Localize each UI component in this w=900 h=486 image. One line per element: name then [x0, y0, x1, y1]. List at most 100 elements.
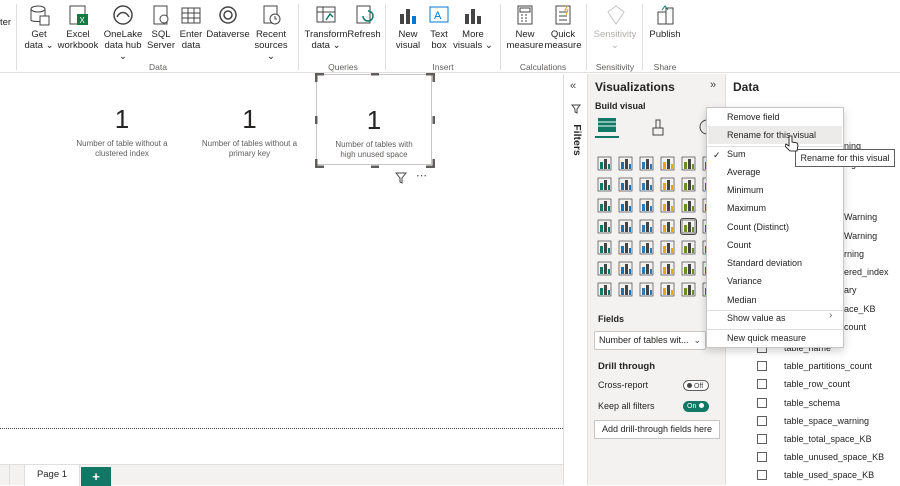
excel-workbook-button[interactable]: X Excel workbook: [56, 4, 100, 51]
stacked-area-icon[interactable]: [639, 177, 654, 192]
menu-item-count-distinct[interactable]: Count (Distinct): [727, 218, 789, 236]
decomposition-tree-icon[interactable]: [618, 261, 633, 276]
r-script-icon[interactable]: [681, 240, 696, 255]
gauge-icon[interactable]: [660, 219, 675, 234]
matrix-icon[interactable]: [660, 240, 675, 255]
quick-measure-button[interactable]: Quick measure: [545, 4, 581, 51]
field-item[interactable]: table_partitions_count: [757, 357, 872, 375]
field-item[interactable]: table_unused_space_KB: [757, 448, 884, 466]
filled-map-icon[interactable]: [618, 219, 633, 234]
field-checkbox[interactable]: [757, 452, 767, 463]
power-automate-icon[interactable]: [618, 282, 633, 297]
filters-pane-collapsed[interactable]: « Filters: [563, 74, 587, 485]
line-column-icon-2[interactable]: [681, 177, 696, 192]
field-checkbox[interactable]: [757, 434, 767, 444]
sql-server-button[interactable]: SQL Server: [146, 4, 176, 51]
stacked-bar-icon[interactable]: [597, 156, 612, 171]
clustered-column-icon[interactable]: [660, 156, 675, 171]
slicer-icon[interactable]: [618, 240, 633, 255]
build-visual-tab[interactable]: [595, 114, 619, 138]
field-item[interactable]: count: [844, 318, 866, 336]
field-item[interactable]: ary: [844, 281, 857, 299]
scatter-icon[interactable]: [639, 198, 654, 213]
stacked-column-icon[interactable]: [639, 156, 654, 171]
dataverse-button[interactable]: Dataverse: [206, 4, 250, 40]
chevron-icon[interactable]: [681, 282, 696, 297]
new-measure-button[interactable]: New measure: [507, 4, 543, 51]
field-item[interactable]: table_schema: [757, 394, 840, 412]
field-item[interactable]: table_total_space_KB: [757, 430, 872, 448]
menu-item-show-value-as[interactable]: Show value as: [727, 309, 786, 327]
format-visual-tab[interactable]: [649, 118, 667, 141]
key-influencers-icon[interactable]: [597, 261, 612, 276]
field-item[interactable]: ered_index: [844, 263, 889, 281]
azure-map-icon[interactable]: [639, 219, 654, 234]
field-item[interactable]: rning: [844, 245, 864, 263]
qa-icon[interactable]: [639, 261, 654, 276]
funnel-icon[interactable]: [618, 198, 633, 213]
field-checkbox[interactable]: [757, 470, 767, 481]
power-apps-icon[interactable]: [597, 282, 612, 297]
field-checkbox[interactable]: [757, 397, 767, 408]
clustered-bar-icon[interactable]: [618, 156, 633, 171]
map-icon[interactable]: [597, 219, 612, 234]
menu-item-maximum[interactable]: Maximum: [727, 199, 766, 217]
cross-report-toggle[interactable]: Off: [683, 380, 709, 391]
menu-item-new-quick-measure[interactable]: New quick measure: [727, 329, 806, 347]
menu-item-minimum[interactable]: Minimum: [727, 181, 764, 199]
menu-item-variance[interactable]: Variance: [727, 272, 762, 290]
table-icon[interactable]: [639, 240, 654, 255]
collapse-icon[interactable]: »: [710, 79, 716, 91]
paginated-icon[interactable]: [681, 261, 696, 276]
onelake-data-hub-button[interactable]: OneLake data hub ⌄: [102, 4, 144, 62]
field-item[interactable]: table_used_space_KB: [757, 466, 874, 484]
line-chart-icon[interactable]: [597, 177, 612, 192]
donut-icon[interactable]: [681, 198, 696, 213]
menu-item-median[interactable]: Median: [727, 291, 757, 309]
bar-100-icon[interactable]: [681, 156, 696, 171]
menu-item-count[interactable]: Count: [727, 236, 751, 254]
report-canvas[interactable]: 1 Number of table without a clustered in…: [0, 73, 563, 464]
enter-data-button[interactable]: Enter data: [177, 4, 205, 51]
more-visuals-button[interactable]: More visuals ⌄: [453, 4, 493, 51]
line-column-icon[interactable]: [660, 177, 675, 192]
field-item[interactable]: ace_KB: [844, 300, 876, 318]
pie-icon[interactable]: [660, 198, 675, 213]
sensitivity-button[interactable]: Sensitivity ⌄: [592, 4, 638, 51]
field-item[interactable]: Warning: [844, 208, 877, 226]
recent-sources-button[interactable]: Recent sources ⌄: [250, 4, 292, 62]
field-checkbox[interactable]: [757, 415, 767, 426]
field-item[interactable]: table_space_warning: [757, 412, 869, 430]
field-checkbox[interactable]: [757, 361, 767, 372]
waterfall-icon[interactable]: [597, 198, 612, 213]
card-icon[interactable]: [680, 218, 697, 235]
field-checkbox[interactable]: [757, 379, 767, 390]
globe-icon[interactable]: [639, 282, 654, 297]
menu-item-average[interactable]: Average: [727, 163, 760, 181]
field-well[interactable]: Number of tables wit... ⌄: [594, 331, 706, 350]
menu-item-remove-field[interactable]: Remove field: [727, 108, 780, 126]
add-drill-through-well[interactable]: Add drill-through fields here: [594, 420, 720, 439]
text-box-button[interactable]: A Text box: [426, 4, 452, 51]
kpi-icon[interactable]: [597, 240, 612, 255]
field-item[interactable]: Warning: [844, 227, 877, 245]
keep-filters-toggle[interactable]: On: [683, 401, 709, 412]
tab-page-1[interactable]: Page 1: [24, 465, 80, 486]
more-options-icon[interactable]: ⋯: [416, 169, 427, 182]
scroll-prev-button[interactable]: [0, 465, 10, 485]
filter-icon[interactable]: [394, 171, 408, 189]
menu-item-sum[interactable]: Sum: [727, 145, 746, 163]
add-page-button[interactable]: +: [81, 467, 111, 486]
card-visual[interactable]: 1 Number of table without a clustered in…: [62, 74, 182, 159]
card-visual-selected[interactable]: 1 Number of tables with high unused spac…: [315, 73, 435, 168]
refresh-button[interactable]: Refresh: [347, 4, 381, 40]
menu-item-standard-deviation[interactable]: Standard deviation: [727, 254, 802, 272]
new-visual-button[interactable]: New visual: [392, 4, 424, 51]
chevron-down-icon[interactable]: ⌄: [693, 332, 701, 349]
menu-item-rename[interactable]: Rename for this visual: [727, 126, 816, 144]
narrative-icon[interactable]: [660, 261, 675, 276]
transform-data-button[interactable]: Transform data ⌄: [303, 4, 349, 51]
publish-button[interactable]: Publish: [648, 4, 682, 40]
field-item[interactable]: table_row_count: [757, 375, 850, 393]
area-chart-icon[interactable]: [618, 177, 633, 192]
